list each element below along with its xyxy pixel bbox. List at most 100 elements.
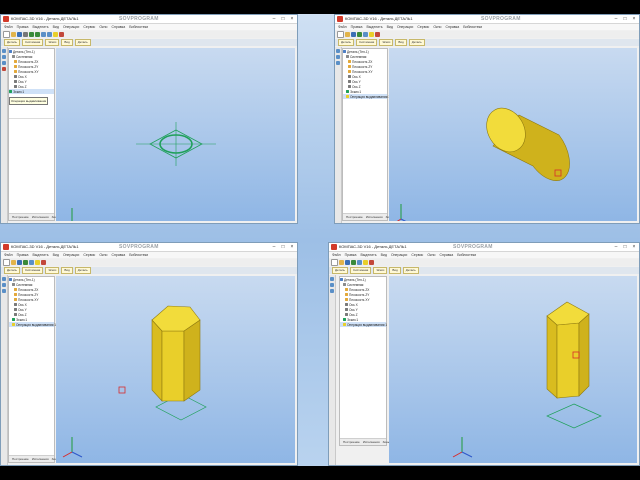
menu-file[interactable]: Файл [4, 24, 13, 30]
orientation-icon[interactable] [41, 260, 46, 265]
shading-icon[interactable] [53, 32, 58, 37]
menu-select[interactable]: Выделить [32, 252, 48, 258]
undo-icon[interactable] [351, 260, 356, 265]
tree-item[interactable]: Операция выдавливания:1 [343, 94, 390, 99]
menu-help[interactable]: Справка [445, 24, 459, 30]
doc-tab[interactable]: Системная [21, 39, 44, 46]
menu-service[interactable]: Сервис [411, 252, 423, 258]
edit-tool-icon[interactable] [2, 61, 6, 65]
doc-tab[interactable]: Вид [61, 39, 73, 46]
rotate-icon[interactable] [47, 32, 52, 37]
menu-view[interactable]: Вид [53, 24, 59, 30]
menu-file[interactable]: Файл [332, 252, 341, 258]
tab-versions[interactable]: Исполнения [366, 214, 383, 220]
tab-construction[interactable]: Построение [343, 439, 360, 445]
geometry-tool-icon[interactable] [2, 49, 6, 53]
print-icon[interactable] [23, 32, 28, 37]
new-file-icon[interactable] [3, 31, 10, 38]
3d-viewport[interactable] [389, 48, 637, 221]
tab-versions[interactable]: Исполнения [32, 214, 49, 220]
menu-libraries[interactable]: Библиотеки [129, 24, 148, 30]
menu-libraries[interactable]: Библиотеки [457, 252, 476, 258]
menu-help[interactable]: Справка [439, 252, 453, 258]
3d-viewport[interactable] [389, 276, 637, 463]
edit-tool-icon[interactable] [330, 289, 334, 293]
menu-select[interactable]: Выделить [32, 24, 48, 30]
menu-view[interactable]: Вид [381, 252, 387, 258]
doc-tab[interactable]: Эскиз [45, 267, 60, 274]
doc-tab[interactable]: Системная [349, 267, 372, 274]
tab-construction[interactable]: Построение [346, 214, 363, 220]
save-icon[interactable] [17, 260, 22, 265]
undo-icon[interactable] [357, 32, 362, 37]
menu-window[interactable]: Окно [99, 24, 107, 30]
geometry-tool-icon[interactable] [2, 277, 6, 281]
dimension-tool-icon[interactable] [2, 283, 6, 287]
undo-icon[interactable] [29, 32, 34, 37]
minimize-icon[interactable]: – [613, 16, 619, 22]
menu-window[interactable]: Окно [99, 252, 107, 258]
zoom-icon[interactable] [29, 260, 34, 265]
doc-tab[interactable]: Деталь [74, 39, 91, 46]
pentagonal-prism-solid[interactable] [546, 301, 590, 399]
doc-tab[interactable]: Деталь [4, 39, 20, 46]
undo-icon[interactable] [23, 260, 28, 265]
menu-file[interactable]: Файл [4, 252, 13, 258]
minimize-icon[interactable]: – [613, 244, 619, 250]
minimize-icon[interactable]: – [271, 16, 277, 22]
doc-tab[interactable]: Эскиз [373, 267, 388, 274]
open-folder-icon[interactable] [345, 32, 350, 37]
hexagonal-prism-solid[interactable] [151, 305, 201, 402]
menu-help[interactable]: Справка [111, 252, 125, 258]
doc-tab[interactable]: Деталь [408, 39, 425, 46]
minimize-icon[interactable]: – [271, 244, 277, 250]
maximize-icon[interactable]: □ [622, 16, 628, 22]
menu-window[interactable]: Окно [427, 252, 435, 258]
doc-tab[interactable]: Деталь [74, 267, 91, 274]
shading-icon[interactable] [363, 260, 368, 265]
tree-item[interactable]: Операция выдавливания:1 [9, 322, 56, 327]
menu-edit[interactable]: Правка [17, 252, 29, 258]
new-file-icon[interactable] [331, 259, 338, 266]
menu-window[interactable]: Окно [433, 24, 441, 30]
menu-select[interactable]: Выделить [366, 24, 382, 30]
menu-edit[interactable]: Правка [345, 252, 357, 258]
maximize-icon[interactable]: □ [622, 244, 628, 250]
doc-tab[interactable]: Деталь [402, 267, 419, 274]
menu-operations[interactable]: Операции [391, 252, 407, 258]
tree-item[interactable]: Операция выдавливания:1 [340, 322, 387, 327]
save-icon[interactable] [351, 32, 356, 37]
tab-construction[interactable]: Построение [12, 456, 29, 462]
menu-libraries[interactable]: Библиотеки [129, 252, 148, 258]
shading-icon[interactable] [369, 32, 374, 37]
open-folder-icon[interactable] [339, 260, 344, 265]
menu-operations[interactable]: Операции [63, 252, 79, 258]
close-icon[interactable]: × [631, 16, 637, 22]
menu-select[interactable]: Выделить [360, 252, 376, 258]
tab-construction[interactable]: Построение [12, 214, 29, 220]
dimension-tool-icon[interactable] [336, 55, 340, 59]
orientation-icon[interactable] [375, 32, 380, 37]
doc-tab[interactable]: Вид [395, 39, 407, 46]
measure-tool-icon[interactable] [2, 67, 6, 71]
close-icon[interactable]: × [289, 16, 295, 22]
orientation-icon[interactable] [369, 260, 374, 265]
redo-icon[interactable] [35, 32, 40, 37]
menu-service[interactable]: Сервис [83, 24, 95, 30]
cylinder-solid[interactable] [479, 101, 570, 181]
doc-tab[interactable]: Деталь [332, 267, 348, 274]
geometry-tool-icon[interactable] [336, 49, 340, 53]
menu-help[interactable]: Справка [111, 24, 125, 30]
orientation-icon[interactable] [59, 32, 64, 37]
edit-tool-icon[interactable] [336, 61, 340, 65]
doc-tab[interactable]: Деталь [4, 267, 20, 274]
dimension-tool-icon[interactable] [2, 55, 6, 59]
save-icon[interactable] [345, 260, 350, 265]
save-icon[interactable] [17, 32, 22, 37]
open-folder-icon[interactable] [11, 32, 16, 37]
menu-service[interactable]: Сервис [417, 24, 429, 30]
menu-view[interactable]: Вид [387, 24, 393, 30]
zoom-icon[interactable] [41, 32, 46, 37]
close-icon[interactable]: × [631, 244, 637, 250]
doc-tab[interactable]: Системная [355, 39, 378, 46]
